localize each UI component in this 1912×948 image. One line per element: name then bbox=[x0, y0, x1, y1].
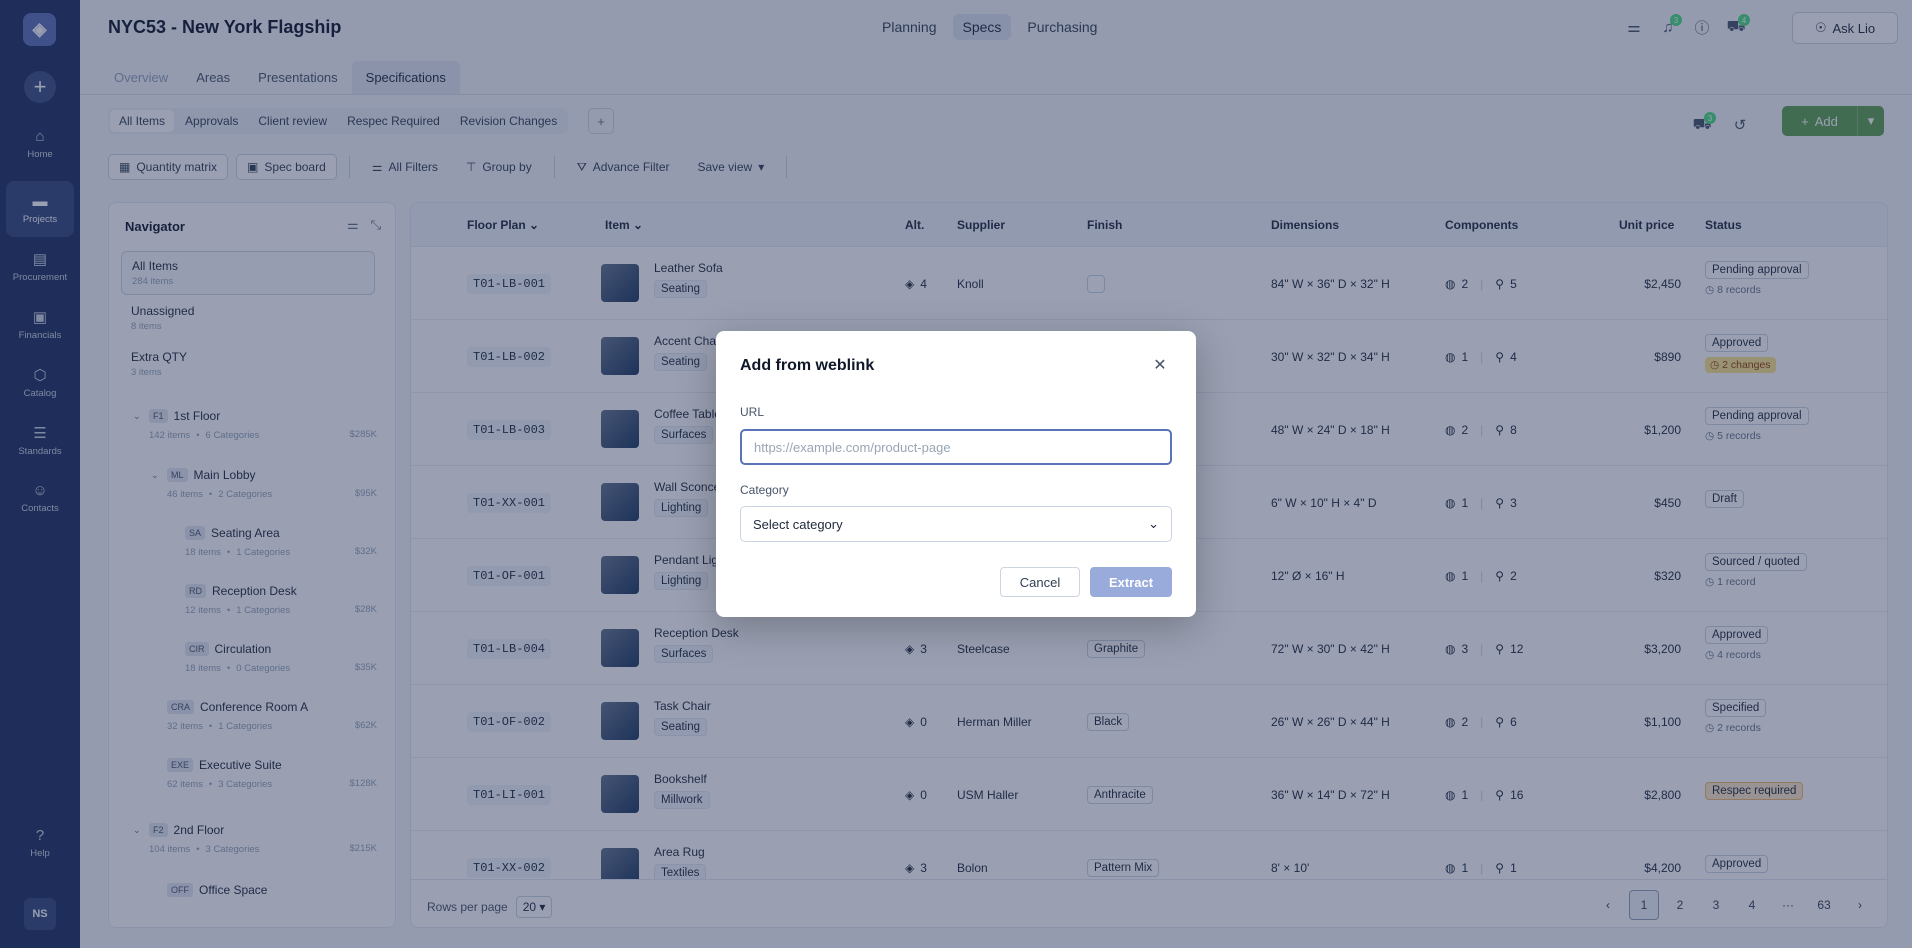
chevron-down-icon: ⌄ bbox=[1148, 516, 1159, 531]
add-from-weblink-dialog: Add from weblink ✕ URL Category Select c… bbox=[716, 331, 1196, 617]
dialog-title: Add from weblink bbox=[740, 357, 875, 374]
cancel-button[interactable]: Cancel bbox=[1000, 567, 1080, 597]
category-label: Category bbox=[740, 483, 789, 497]
extract-button[interactable]: Extract bbox=[1090, 567, 1172, 597]
category-select[interactable]: Select category ⌄ bbox=[740, 506, 1172, 542]
url-label: URL bbox=[740, 405, 765, 419]
url-input[interactable] bbox=[740, 429, 1172, 465]
close-icon[interactable]: ✕ bbox=[1150, 355, 1170, 375]
